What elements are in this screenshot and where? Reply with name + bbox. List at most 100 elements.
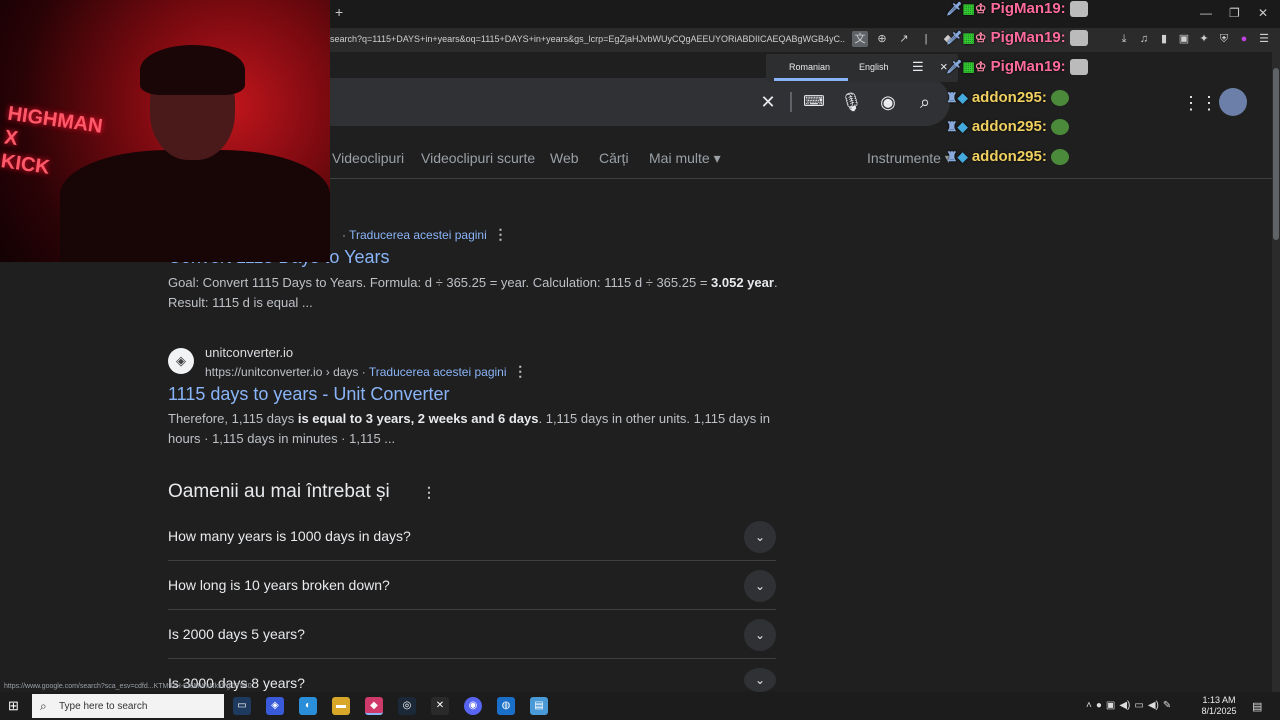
paa-question-3[interactable]: Is 2000 days 5 years? ⌄	[168, 610, 776, 659]
result-2-snippet: Therefore, 1,115 days is equal to 3 year…	[168, 411, 770, 446]
wallet-icon[interactable]: ▣	[1176, 31, 1192, 47]
chevron-down-icon[interactable]: ⌄	[744, 521, 776, 553]
chat-username: addon295:	[971, 118, 1047, 135]
keyboard-icon[interactable]: ⌨	[803, 91, 825, 113]
chat-username: addon295:	[971, 89, 1047, 106]
browser-app-icon[interactable]: ◆	[365, 697, 383, 715]
pen-icon[interactable]: ✎	[1163, 700, 1171, 711]
tools-button[interactable]: Instrumente ▾	[867, 150, 952, 167]
source-language-tab[interactable]: Romanian	[789, 62, 830, 72]
tab-books[interactable]: Cărți	[599, 150, 629, 166]
sidebar-icon[interactable]: ▮	[1156, 31, 1172, 47]
speaker-icon[interactable]: ◀)	[1148, 700, 1159, 711]
search-divider	[790, 92, 792, 112]
people-also-ask-title: Oamenii au mai întrebat și	[168, 481, 390, 502]
chat-emote-icon	[1069, 59, 1088, 76]
tab-short-videos[interactable]: Videoclipuri scurte	[421, 150, 535, 166]
address-bar-icons: 文 ⊕ ↗ | ◆	[852, 31, 956, 47]
chat-message: ♜◆ addon295:	[946, 89, 1070, 107]
chat-badge-icons: ♜◆	[946, 119, 968, 134]
close-window-button[interactable]: ✕	[1258, 6, 1268, 20]
minimize-button[interactable]: —	[1200, 6, 1212, 20]
translate-popup: Romanian English ☰ ×	[766, 54, 958, 82]
chat-message: 🗡▦♔ PigMan19:	[946, 58, 1088, 76]
new-tab-button[interactable]: +	[335, 4, 343, 20]
media-icon[interactable]: ♫	[1136, 31, 1152, 47]
status-bar-url: https://www.google.com/search?sca_esv=cd…	[4, 683, 258, 690]
unitconverter-favicon-icon[interactable]: ◈	[168, 348, 194, 374]
microphone-icon[interactable]: 🎙	[840, 91, 863, 113]
pepe-emote-icon	[1051, 90, 1070, 107]
chevron-down-icon[interactable]: ⌄	[744, 668, 776, 692]
chat-username: PigMan19:	[990, 0, 1066, 17]
result-1-meta: · Traducerea acestei pagini ⋮	[342, 226, 508, 242]
chat-badge-icons: 🗡▦♔	[946, 59, 987, 74]
chevron-up-icon[interactable]: ˄	[1086, 700, 1092, 711]
chat-badge-icons: ♜◆	[946, 149, 968, 164]
browser-toolbar-icons: ⤓ ♫ ▮ ▣ ✦ ⛨ ● ☰	[1116, 31, 1272, 47]
paa-question-text: How many years is 1000 days in days?	[168, 528, 411, 544]
translate-menu-icon[interactable]: ☰	[912, 59, 924, 75]
zoom-icon[interactable]: ⊕	[874, 31, 890, 47]
notifications-icon[interactable]: ▤	[1252, 700, 1262, 713]
scrollbar-thumb[interactable]	[1273, 68, 1279, 240]
translate-page-link[interactable]: Traducerea acestei pagini	[349, 228, 487, 242]
shield-icon[interactable]: ⛨	[1216, 31, 1232, 47]
restore-button[interactable]: ❐	[1229, 6, 1240, 20]
windows-start-icon[interactable]: ⊞	[8, 699, 22, 713]
divider-icon: |	[924, 33, 928, 45]
chat-username: addon295:	[971, 148, 1047, 165]
result-2-site-name[interactable]: unitconverter.io	[205, 345, 293, 360]
paa-question-text: Is 2000 days 5 years?	[168, 626, 305, 642]
neon-sign: HIGHMAN X KICK	[0, 102, 104, 179]
app-icon-3[interactable]: ▤	[530, 697, 548, 715]
clear-icon[interactable]: ✕	[757, 91, 779, 113]
target-language-tab[interactable]: English	[859, 62, 889, 72]
paa-more-options-icon[interactable]: ⋮	[422, 484, 436, 501]
tab-videos[interactable]: Videoclipuri	[332, 150, 404, 166]
search-icon[interactable]: ⌕	[914, 91, 936, 113]
avatar[interactable]	[1219, 88, 1247, 116]
chat-username: PigMan19:	[990, 58, 1066, 75]
chat-message: ♜◆ addon295:	[946, 148, 1070, 166]
more-options-icon[interactable]: ⋮	[513, 363, 527, 379]
camera-search-icon[interactable]: ◉	[877, 91, 899, 113]
chat-message: 🗡▦♔ PigMan19:	[946, 0, 1088, 18]
tab-web[interactable]: Web	[550, 150, 579, 166]
tray-app-icon[interactable]: ▣	[1106, 700, 1115, 711]
edge-icon[interactable]: ◐	[299, 697, 317, 715]
more-options-icon[interactable]: ⋮	[493, 226, 507, 242]
profile-icon[interactable]: ●	[1236, 31, 1252, 47]
task-view-icon[interactable]: ▭	[233, 697, 251, 715]
microphone-icon[interactable]: ●	[1096, 700, 1102, 711]
extensions-icon[interactable]: ✦	[1196, 31, 1212, 47]
taskbar-clock[interactable]: 1:13 AM 8/1/2025	[1198, 695, 1240, 717]
clock-date: 8/1/2025	[1201, 706, 1237, 716]
chat-message: 🗡▦♔ PigMan19:	[946, 29, 1088, 47]
steam-icon[interactable]: ◎	[398, 697, 416, 715]
share-icon[interactable]: ↗	[896, 31, 912, 47]
volume-icon[interactable]: ◀)	[1119, 700, 1130, 711]
streamer-hair	[140, 45, 245, 95]
discord-icon[interactable]: ◉	[464, 697, 482, 715]
download-icon[interactable]: ⤓	[1116, 31, 1132, 47]
result-2-title[interactable]: 1115 days to years - Unit Converter	[168, 384, 449, 405]
app-icon-x[interactable]: ✕	[431, 697, 449, 715]
chat-badge-icons: 🗡▦♔	[946, 30, 987, 45]
url-text[interactable]: search?q=1115+DAYS+in+years&oq=1115+DAYS…	[330, 34, 845, 44]
translate-icon[interactable]: 文	[852, 31, 868, 47]
result-2-url[interactable]: https://unitconverter.io › days	[205, 365, 358, 379]
app-icon-2[interactable]: ◍	[497, 697, 515, 715]
network-icon[interactable]: ▭	[1134, 700, 1143, 711]
paa-question-2[interactable]: How long is 10 years broken down? ⌄	[168, 561, 776, 610]
file-explorer-icon[interactable]: ▬	[332, 697, 350, 715]
chevron-down-icon[interactable]: ⌄	[744, 570, 776, 602]
chat-badge-icons: 🗡▦♔	[946, 1, 987, 16]
translate-page-link[interactable]: Traducerea acestei pagini	[369, 365, 507, 379]
app-icon-1[interactable]: ◈	[266, 697, 284, 715]
paa-question-4[interactable]: Is 3000 days 8 years? ⌄	[168, 659, 776, 692]
menu-icon[interactable]: ☰	[1256, 31, 1272, 47]
paa-question-1[interactable]: How many years is 1000 days in days? ⌄	[168, 512, 776, 561]
tab-more[interactable]: Mai multe ▾	[649, 150, 721, 167]
chevron-down-icon[interactable]: ⌄	[744, 619, 776, 651]
